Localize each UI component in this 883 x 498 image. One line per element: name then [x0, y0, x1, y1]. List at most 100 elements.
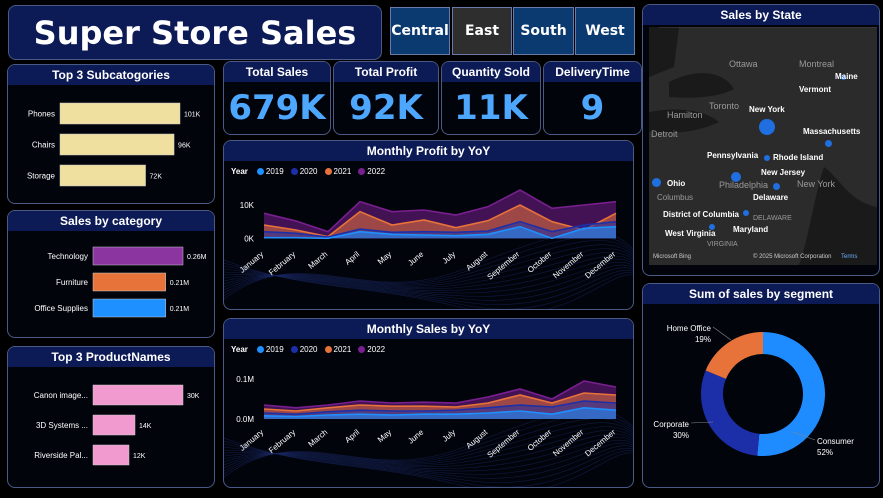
map-bubble-delaware[interactable] [743, 210, 749, 216]
slice-pct-label: 30% [673, 431, 689, 440]
top-subcategories-chart: Phones 101K Chairs 96K Storage 72K [27, 102, 201, 187]
region-button-south[interactable]: South [513, 7, 574, 55]
map-bubble-new-york[interactable] [759, 119, 775, 135]
legend-dot [256, 346, 264, 353]
legend-item-2020[interactable]: 2020 [290, 345, 318, 354]
bar[interactable] [92, 246, 184, 266]
map-label: New York [749, 105, 785, 114]
region-button-west[interactable]: West [575, 7, 635, 55]
map-bubble-massachusetts[interactable] [825, 140, 832, 147]
kpi-value: 11K [454, 88, 528, 128]
legend-item-2020[interactable]: 2020 [290, 167, 318, 176]
map-label: Hamilton [667, 110, 703, 120]
data-label: 14K [139, 423, 152, 430]
legend-item-2022[interactable]: 2022 [358, 345, 385, 354]
map-label: Ohio [667, 179, 686, 188]
map-label: Rhode Island [773, 153, 824, 162]
kpi-label: Total Sales [224, 62, 330, 82]
x-tick-label: January [238, 428, 266, 453]
kpi-label: Total Profit [334, 62, 438, 82]
map-label: New Jersey [761, 168, 806, 177]
category-label: Phones [28, 110, 55, 119]
x-tick-label: August [464, 249, 489, 272]
map-bubble-rhode-island[interactable] [764, 155, 770, 161]
legend-item-2019[interactable]: 2019 [256, 167, 284, 176]
legend-dot [358, 346, 366, 353]
top-subcategories-panel: Top 3 Subcatogories Phones 101K Chairs 96K S… [7, 64, 215, 204]
data-label: 0.26M [187, 254, 207, 261]
x-tick-label: March [306, 428, 329, 449]
bar[interactable] [92, 444, 130, 466]
data-label: 101K [184, 112, 201, 119]
legend-item-2021[interactable]: 2021 [324, 345, 351, 354]
slice-pct-label: 19% [695, 335, 711, 344]
bar[interactable] [92, 272, 166, 292]
legend-dot [290, 346, 298, 353]
map-bubble-new-jersey[interactable] [773, 183, 780, 190]
kpi-delivery-time: DeliveryTime 9 [543, 61, 642, 135]
slice-label: Consumer [817, 437, 854, 446]
map-label: Ottawa [729, 59, 758, 69]
bar[interactable] [92, 384, 184, 406]
monthly-profit-panel: Monthly Profit by YoY Year 2019 2020 202… [223, 140, 634, 310]
legend-label: 2020 [299, 167, 318, 176]
category-label: Chairs [32, 141, 55, 150]
map-label: Massachusetts [803, 127, 861, 136]
monthly-sales-panel: Monthly Sales by YoY Year 2019 2020 2021… [223, 318, 634, 488]
sales-by-state-panel: Sales by State Ottawa Montreal Maine Ver… [642, 4, 880, 276]
y-tick-label: 0.0M [236, 415, 254, 424]
data-label: 0.21M [170, 280, 190, 287]
map-bubble-ohio[interactable] [652, 178, 661, 187]
bar[interactable] [59, 102, 181, 125]
map-label: Montreal [799, 59, 835, 69]
category-label: Riverside Pal... [34, 451, 88, 460]
map-label: DELAWARE [753, 215, 792, 222]
category-label: 3D Systems ... [36, 421, 88, 430]
region-button-central[interactable]: Central [390, 7, 450, 55]
y-tick-label: 0.1M [236, 375, 254, 384]
kpi-label: DeliveryTime [544, 62, 641, 82]
map-label: Maine [835, 72, 858, 81]
kpi-value: 679K [228, 88, 326, 128]
top-productnames-chart: Canon image... 30K 3D Systems ... 14K Rivers… [34, 384, 200, 466]
sales-by-segment-chart: Consumer 52% Corporate 30% Home Office 19% [653, 324, 854, 457]
map-terms-link[interactable]: Terms [841, 254, 857, 260]
map-label: New York [797, 179, 836, 189]
data-label: 72K [150, 174, 163, 181]
legend-item-2021[interactable]: 2021 [324, 167, 351, 176]
map-attribution-bing: Microsoft Bing [653, 254, 692, 260]
legend-item-2019[interactable]: 2019 [256, 345, 284, 354]
x-tick-label: April [343, 250, 361, 267]
slice-label: Home Office [667, 324, 712, 333]
profit-legend: Year 2019 2020 2021 2022 [231, 167, 385, 176]
sales-map[interactable]: Ottawa Montreal Maine Vermont Toronto Ne… [649, 27, 877, 265]
donut-slice-home-office[interactable] [705, 332, 763, 379]
data-label: 0.21M [170, 306, 190, 313]
chart-title: Sales by category [8, 211, 214, 231]
donut-slice-consumer[interactable] [757, 332, 826, 456]
sales-by-category-chart: Technology 0.26M Furniture 0.21M Office Supp… [34, 246, 207, 318]
chart-title: Sales by State [643, 5, 879, 25]
dashboard-title-panel: Super Store Sales [8, 5, 382, 60]
map-label: Pennsylvania [707, 151, 759, 160]
legend-item-2022[interactable]: 2022 [358, 167, 385, 176]
kpi-label: Quantity Sold [442, 62, 540, 82]
x-tick-label: February [267, 250, 297, 277]
legend-dot [358, 168, 366, 175]
donut-slice-corporate[interactable] [701, 370, 760, 456]
kpi-value: 92K [349, 88, 423, 128]
bar[interactable] [59, 133, 175, 156]
sales-by-segment-panel: Sum of sales by segment Consumer 52% Corpo… [642, 283, 880, 488]
monthly-profit-chart: 0K 10K January February March April May June Jul… [224, 189, 633, 309]
data-label: 12K [133, 453, 146, 460]
bar[interactable] [59, 164, 146, 187]
x-tick-label: May [376, 428, 393, 445]
category-label: Furniture [56, 278, 89, 287]
region-button-east[interactable]: East [452, 7, 512, 55]
bar[interactable] [92, 414, 136, 436]
bar[interactable] [92, 298, 166, 318]
map-label: Toronto [709, 101, 740, 111]
top-productnames-panel: Top 3 ProductNames Canon image... 30K 3D S… [7, 346, 215, 488]
map-label: VIRGINIA [707, 241, 738, 248]
legend-dot [324, 346, 332, 353]
